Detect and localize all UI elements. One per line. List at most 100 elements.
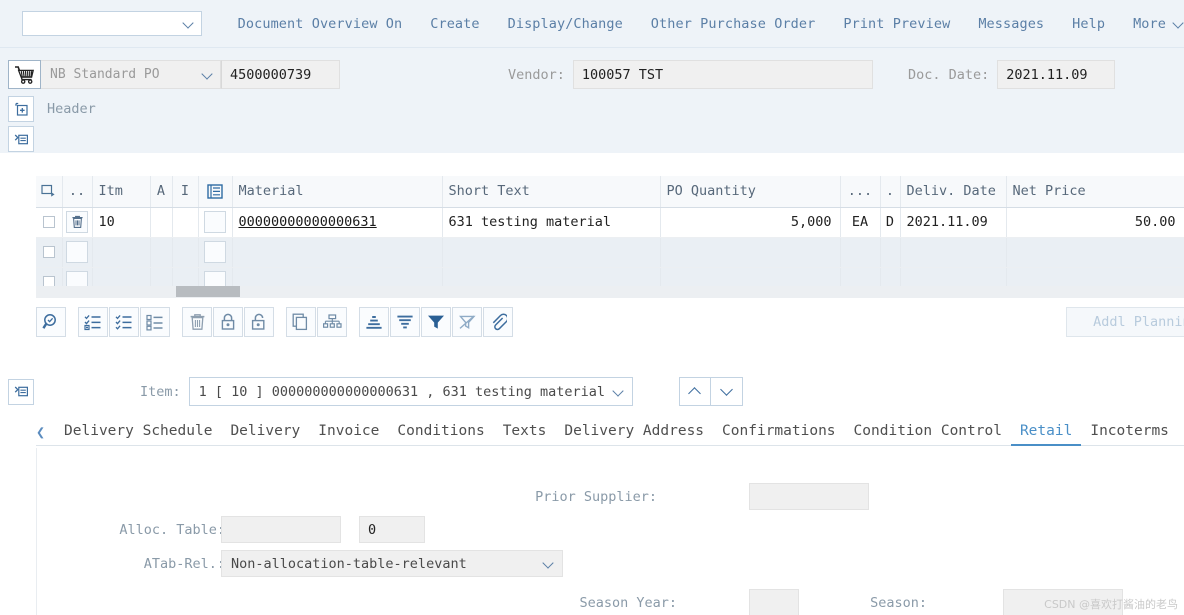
item-detail-icon[interactable] <box>8 126 34 152</box>
th-a[interactable]: A <box>150 176 172 207</box>
tab-invoice[interactable]: Invoice <box>309 419 388 446</box>
th-deliv-date[interactable]: Deliv. Date <box>900 176 1006 207</box>
cell-deliv-date[interactable]: 2021.11.09 <box>900 207 1006 237</box>
structure-icon[interactable] <box>317 307 347 337</box>
toolbar-item-messages[interactable]: Messages <box>964 16 1058 32</box>
cell-itm[interactable] <box>92 237 150 267</box>
row-config-button[interactable] <box>204 211 226 233</box>
cell-po-quantity[interactable] <box>660 237 840 267</box>
cell-unit[interactable]: EA <box>840 207 880 237</box>
cell-category[interactable] <box>880 237 900 267</box>
row-delete-cell[interactable] <box>62 207 92 237</box>
tab-delivery-address[interactable]: Delivery Address <box>555 419 713 446</box>
cell-config[interactable] <box>198 207 232 237</box>
sort-ascending-icon[interactable] <box>359 307 389 337</box>
prior-supplier-input[interactable] <box>749 483 869 510</box>
previous-item-button[interactable] <box>679 377 711 406</box>
shopping-cart-icon[interactable] <box>8 60 41 89</box>
cell-category[interactable]: D <box>880 207 900 237</box>
cell-material[interactable] <box>232 237 442 267</box>
cell-short-text[interactable] <box>442 237 660 267</box>
unlock-icon[interactable] <box>244 307 274 337</box>
th-material[interactable]: Material <box>232 176 442 207</box>
cell-unit[interactable] <box>840 237 880 267</box>
addl-planning-button[interactable]: Addl Planning <box>1066 307 1184 337</box>
scrollbar-thumb[interactable] <box>176 286 240 297</box>
material-link[interactable]: 00000000000000631 <box>239 214 377 230</box>
th-itm[interactable]: Itm <box>92 176 150 207</box>
tab-conditions[interactable]: Conditions <box>388 419 493 446</box>
select-layout-icon[interactable] <box>140 307 170 337</box>
row-action-button[interactable] <box>66 241 88 263</box>
cell-i[interactable] <box>172 207 198 237</box>
table-row[interactable] <box>36 237 1184 267</box>
tab-confirmations[interactable]: Confirmations <box>713 419 845 446</box>
tab-incoterms[interactable]: Incoterms <box>1081 419 1178 446</box>
tab-delivery-schedule[interactable]: Delivery Schedule <box>55 419 221 446</box>
copy-icon[interactable] <box>286 307 316 337</box>
row-checkbox[interactable] <box>43 216 55 228</box>
attachment-icon[interactable] <box>483 307 513 337</box>
tab-retail[interactable]: Retail <box>1011 419 1081 446</box>
th-unit[interactable]: ... <box>840 176 880 207</box>
alloc-table-item-input[interactable]: 0 <box>359 516 425 543</box>
cell-itm[interactable]: 10 <box>92 207 150 237</box>
th-net-price[interactable]: Net Price <box>1006 176 1184 207</box>
filter-icon[interactable] <box>421 307 451 337</box>
select-all-items-icon[interactable] <box>78 307 108 337</box>
cell-net-price[interactable] <box>1006 237 1184 267</box>
transaction-dropdown[interactable] <box>22 11 202 36</box>
toolbar-item-display-change[interactable]: Display/Change <box>494 16 637 32</box>
toolbar-item-help[interactable]: Help <box>1058 16 1119 32</box>
row-config-button[interactable] <box>204 241 226 263</box>
toolbar-item-more[interactable]: More <box>1119 16 1184 32</box>
toolbar-item-create[interactable]: Create <box>416 16 493 32</box>
sort-descending-icon[interactable] <box>390 307 420 337</box>
th-short-text[interactable]: Short Text <box>442 176 660 207</box>
table-horizontal-scrollbar[interactable] <box>36 286 1184 297</box>
row-delete-cell[interactable] <box>62 237 92 267</box>
lock-icon[interactable] <box>213 307 243 337</box>
th-category[interactable]: . <box>880 176 900 207</box>
doc-date-input[interactable]: 2021.11.09 <box>997 60 1115 89</box>
vendor-input[interactable]: 100057 TST <box>573 60 873 89</box>
search-icon[interactable] <box>36 307 66 337</box>
atab-rel-dropdown[interactable]: Non-allocation-table-relevant <box>221 550 563 577</box>
th-status[interactable]: .. <box>62 176 92 207</box>
season-input[interactable] <box>1003 589 1123 615</box>
th-config[interactable] <box>198 176 232 207</box>
next-item-button[interactable] <box>711 377 743 406</box>
cell-deliv-date[interactable] <box>900 237 1006 267</box>
table-row[interactable]: 10 00000000000000631 631 testing materia… <box>36 207 1184 237</box>
cell-net-price[interactable]: 50.00 <box>1006 207 1184 237</box>
tab-condition-control[interactable]: Condition Control <box>845 419 1011 446</box>
th-po-quantity[interactable]: PO Quantity <box>660 176 840 207</box>
cell-a[interactable] <box>150 207 172 237</box>
th-i[interactable]: I <box>172 176 198 207</box>
toolbar-item-other-purchase-order[interactable]: Other Purchase Order <box>637 16 830 32</box>
chevron-left-icon[interactable]: ❮ <box>36 425 45 440</box>
tab-texts[interactable]: Texts <box>494 419 556 446</box>
trash-icon[interactable] <box>66 211 88 233</box>
row-select-checkbox-cell[interactable] <box>36 237 62 267</box>
cell-material[interactable]: 00000000000000631 <box>232 207 442 237</box>
toolbar-item-print-preview[interactable]: Print Preview <box>829 16 964 32</box>
th-select-all[interactable] <box>36 176 62 207</box>
toolbar-item-document-overview-on[interactable]: Document Overview On <box>224 16 417 32</box>
row-checkbox[interactable] <box>43 246 55 258</box>
cell-po-quantity[interactable]: 5,000 <box>660 207 840 237</box>
cell-config[interactable] <box>198 237 232 267</box>
filter-off-icon[interactable] <box>452 307 482 337</box>
tab-delivery[interactable]: Delivery <box>221 419 309 446</box>
delete-icon[interactable] <box>182 307 212 337</box>
item-selector-dropdown[interactable]: 1 [ 10 ] 000000000000000631 , 631 testin… <box>189 377 633 406</box>
alloc-table-input[interactable] <box>221 516 341 543</box>
po-number-field[interactable]: 4500000739 <box>221 60 340 89</box>
item-detail-icon[interactable] <box>8 379 34 405</box>
cell-short-text[interactable]: 631 testing material <box>442 207 660 237</box>
cell-i[interactable] <box>172 237 198 267</box>
row-select-checkbox-cell[interactable] <box>36 207 62 237</box>
deselect-all-items-icon[interactable] <box>109 307 139 337</box>
cell-a[interactable] <box>150 237 172 267</box>
po-type-dropdown[interactable]: NB Standard PO <box>41 60 221 89</box>
